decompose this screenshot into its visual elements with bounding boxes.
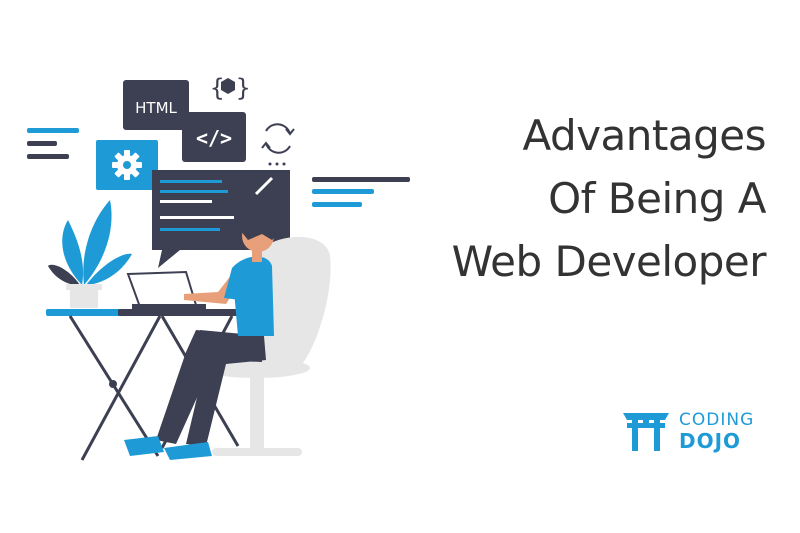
laptop-icon [126, 270, 206, 309]
braces-icon: { } [210, 74, 250, 102]
headline-line-3: Web Developer [451, 237, 767, 286]
headline: Advantages Of Being A Web Developer [451, 104, 767, 293]
torii-gate-icon [623, 413, 669, 451]
gear-badge [96, 140, 158, 190]
brand-word-dojo: DOJO [679, 429, 742, 453]
headline-line-1: Advantages [522, 111, 767, 160]
menu-lines-left [27, 128, 79, 159]
html-badge: HTML [123, 80, 189, 130]
plant-icon [48, 200, 132, 308]
html-badge-label: HTML [135, 99, 177, 117]
gear-icon [112, 150, 142, 180]
headline-line-2: Of Being A [548, 174, 766, 223]
braces-right: } [236, 74, 250, 102]
code-badge: </> [182, 112, 246, 162]
coding-dojo-logo: CODING DOJO [623, 409, 763, 453]
developer-illustration: HTML { } </> [27, 74, 410, 461]
refresh-icon [261, 123, 295, 154]
brand-word-coding: CODING [679, 410, 755, 430]
menu-lines-right [312, 177, 410, 207]
code-badge-label: </> [196, 126, 232, 150]
